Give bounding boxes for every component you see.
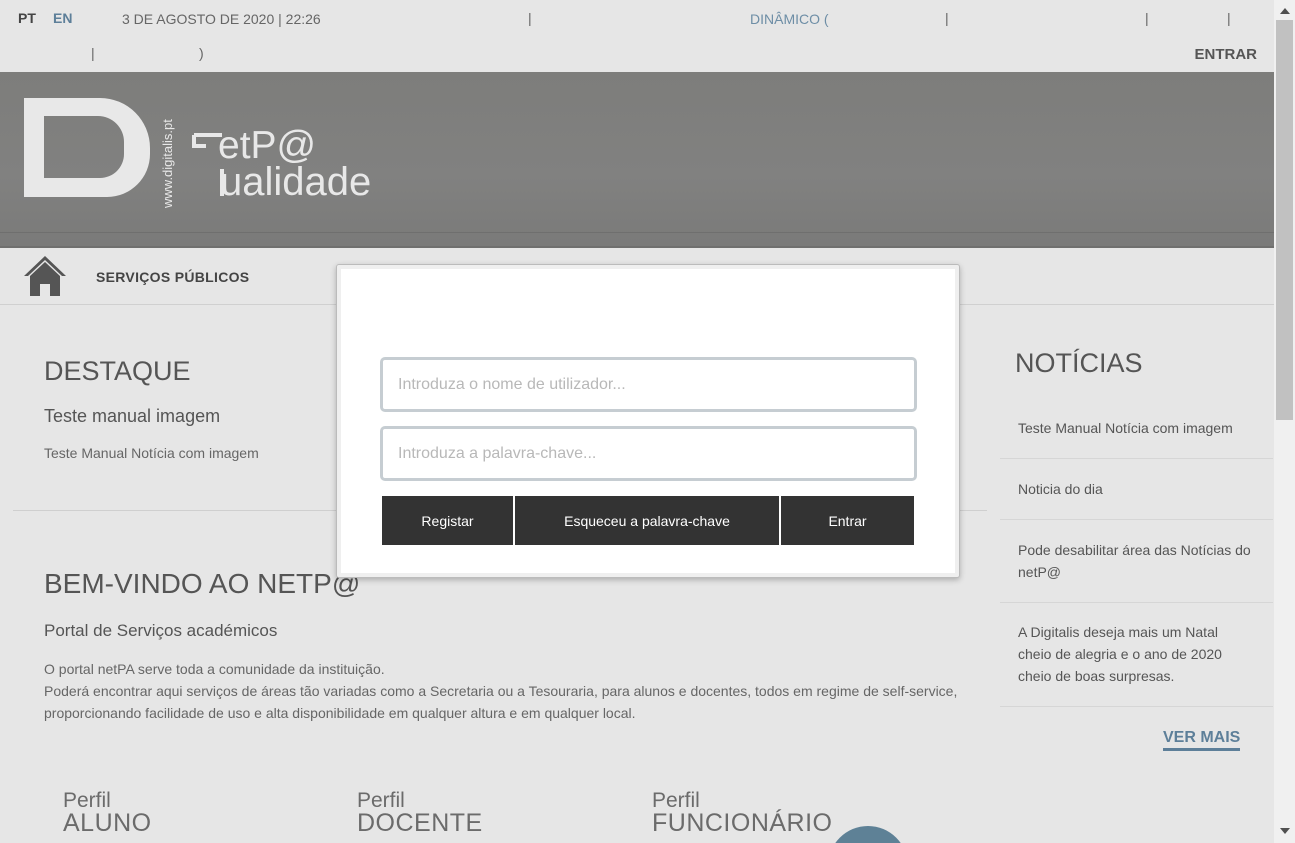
username-input[interactable] xyxy=(380,357,917,412)
home-icon[interactable] xyxy=(22,254,68,296)
profile-name: FUNCIONÁRIO xyxy=(652,809,833,837)
forgot-password-button[interactable]: Esqueceu a palavra-chave xyxy=(515,496,779,545)
separator: | xyxy=(528,10,532,26)
svg-text:www.digitalis.pt: www.digitalis.pt xyxy=(160,119,175,209)
separator: | xyxy=(1145,10,1149,26)
profile-teacher[interactable]: Perfil DOCENTE xyxy=(357,790,483,837)
welcome-paragraph-1: O portal netPA serve toda a comunidade d… xyxy=(44,661,385,677)
header-banner: www.digitalis.pt etP@ ualidade xyxy=(0,72,1274,248)
news-item[interactable]: Teste Manual Notícia com imagem xyxy=(1000,398,1273,459)
news-item[interactable]: Pode desabilitar área das Notícias do ne… xyxy=(1000,520,1273,603)
nav-public-services[interactable]: SERVIÇOS PÚBLICOS xyxy=(96,269,249,285)
scroll-up-arrow-icon[interactable] xyxy=(1280,8,1290,14)
news-heading: NOTÍCIAS xyxy=(1015,348,1143,378)
register-button[interactable]: Registar xyxy=(382,496,513,545)
profile-name: DOCENTE xyxy=(357,809,483,837)
date-time: 3 DE AGOSTO DE 2020 | 22:26 xyxy=(122,11,321,27)
top-bar: PT EN 3 DE AGOSTO DE 2020 | 22:26 | DINÂ… xyxy=(0,0,1274,72)
profile-name: ALUNO xyxy=(63,809,152,837)
lang-en-link[interactable]: EN xyxy=(53,10,72,26)
destaque-subtitle[interactable]: Teste manual imagem xyxy=(44,406,220,427)
scroll-thumb[interactable] xyxy=(1276,20,1293,420)
separator: | xyxy=(1227,10,1231,26)
welcome-heading: BEM-VINDO AO NETP@ xyxy=(44,568,361,599)
login-submit-button[interactable]: Entrar xyxy=(781,496,914,545)
scroll-down-arrow-icon[interactable] xyxy=(1280,828,1290,834)
destaque-heading: DESTAQUE xyxy=(44,356,191,386)
destaque-text: Teste Manual Notícia com imagem xyxy=(44,445,259,461)
digitalis-logo[interactable]: www.digitalis.pt etP@ ualidade xyxy=(22,96,422,211)
welcome-text: O portal netPA serve toda a comunidade d… xyxy=(44,658,964,724)
close-paren: ) xyxy=(199,45,204,61)
dynamic-label: DINÂMICO ( xyxy=(750,11,829,27)
welcome-subtitle: Portal de Serviços académicos xyxy=(44,621,278,640)
separator: | xyxy=(91,45,95,61)
login-modal: Registar Esqueceu a palavra-chave Entrar xyxy=(336,264,960,578)
scrollbar[interactable] xyxy=(1274,0,1295,843)
see-more-link[interactable]: VER MAIS xyxy=(1163,729,1241,751)
news-item[interactable]: A Digitalis deseja mais um Natal cheio d… xyxy=(1000,603,1273,707)
separator: | xyxy=(945,10,949,26)
profile-staff[interactable]: Perfil FUNCIONÁRIO xyxy=(652,790,833,837)
news-item[interactable]: Noticia do dia xyxy=(1000,459,1273,520)
profile-student[interactable]: Perfil ALUNO xyxy=(63,790,152,837)
lang-pt-link[interactable]: PT xyxy=(18,10,36,26)
profile-graphic xyxy=(828,826,908,843)
password-input[interactable] xyxy=(380,426,917,481)
welcome-paragraph-2: Poderá encontrar aqui serviços de áreas … xyxy=(44,683,958,721)
login-link[interactable]: ENTRAR xyxy=(1195,46,1258,63)
svg-text:ualidade: ualidade xyxy=(220,160,371,204)
